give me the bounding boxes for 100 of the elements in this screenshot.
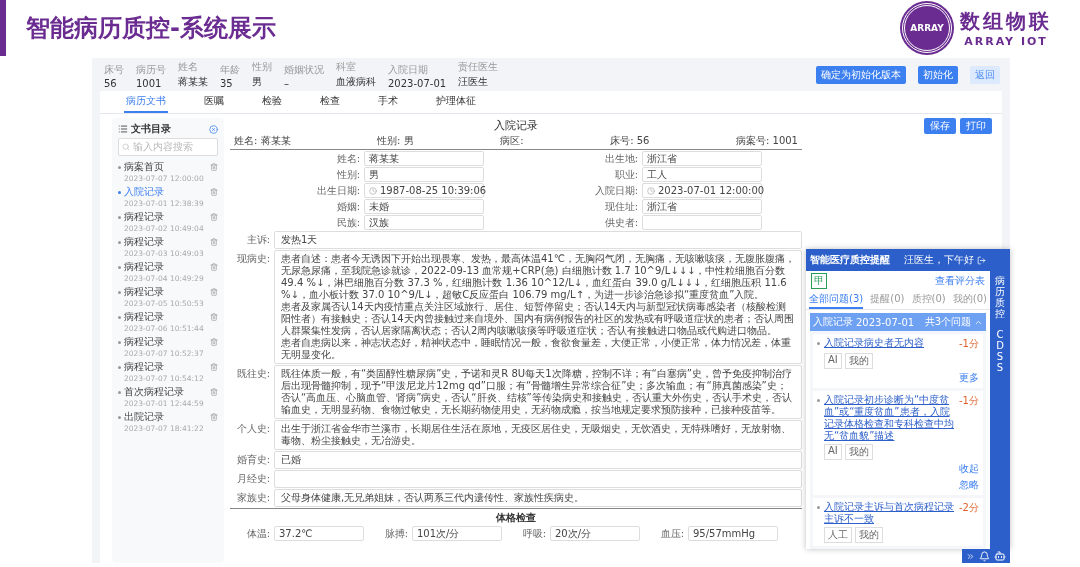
tab[interactable]: 检查: [318, 91, 342, 113]
bullet-icon: [817, 399, 820, 402]
text-area[interactable]: 患者自述：患者今无诱因下开始出现畏寒、发热，最高体温41℃，无胸闷气闭，无胸痛，无咳嗽咳痰，无腹胀腹痛，无尿急尿痛，至我院急诊就诊，2022-09-13 血常规+CRP(急) 白细胞计数 1.7 10^9/L↓↓↓，中性粒细胞百分数 49.4 %↓，淋巴细胞百分数 37.3 %，红细胞计数 1.36 10^12/L↓，血红蛋白 39.0 g/L↓↓↓，红细胞压积 11.6 %↓，血小板计数 37.0 10^9/L↓，超敏C反应蛋白 106.79 mg/L↑，为进一步诊治急诊拟“重度贫血”入院。 患者及家属否认14天内疫情重点关注区域旅行、居住、短暂停留史；否认14天内与新型冠状病毒感染者（核酸检测阳性者）有接触史；否认14天内曾接触过来自境外、国内有病例报告的社区的发热或有呼吸道症状的患者；否认周围人群聚集性发病，否认居家隔离状态；否认2周内咳嗽咳痰等呼吸道症状；否认有接触进口物品或代购进口物品。 患者自患病以来，神志状态好，精神状态中，睡眠情况一般，食欲食量差，大便正常，小便正常，体力情况差，体重无明显变化。: [274, 250, 802, 364]
tab[interactable]: 全部问题(3): [809, 291, 864, 309]
logo-subtitle: ARRAY IOT: [964, 35, 1048, 48]
date-field[interactable]: 1987-08-25 10:39:06: [364, 183, 484, 198]
text-field[interactable]: 蒋某某: [364, 151, 484, 166]
bullet-icon: [118, 165, 121, 169]
text-field[interactable]: 浙江省: [642, 199, 762, 214]
bullet-icon: [118, 240, 121, 244]
delete-icon[interactable]: [210, 363, 218, 371]
side-tab[interactable]: CDSS: [995, 329, 1005, 373]
bullet-icon: [118, 215, 121, 219]
text-area[interactable]: 既往体质一般，有“类固醇性糖尿病”史，予诺和灵R 8U每天1次降糖，控制不详；有“白塞病”史，曾予免疫抑制治疗后出现骨髓抑制，现予“甲泼尼龙片12mg qd”口服；有“骨髓增生异常综合征”史；多次输血；有“肺真菌感染”史；否认“高血压、心脑血管、肾病”病史，否认“肝炎、结核”等传染病史和接触史，否认重大外伤史，否认手术史，否认输血史，无明显药物、食物过敏史，无长期药物使用史，无药物成瘾，按当地规定要求预防接种，已接种疫苗等。: [274, 365, 802, 419]
delete-icon[interactable]: [210, 238, 218, 246]
tab[interactable]: 护理体征: [434, 91, 478, 113]
text-field[interactable]: 20次/分: [550, 526, 640, 541]
score-link[interactable]: 查看评分表: [935, 274, 985, 288]
document-link[interactable]: 出院记录: [124, 410, 207, 424]
text-link[interactable]: 更多: [959, 371, 979, 385]
text-area[interactable]: [274, 470, 802, 488]
delete-icon[interactable]: [210, 313, 218, 321]
delete-icon[interactable]: [210, 163, 218, 171]
delete-icon[interactable]: [210, 263, 218, 271]
action-button[interactable]: 确定为初始化版本: [816, 65, 906, 84]
issue-link[interactable]: 入院记录主诉与首次病程记录主诉不一致: [824, 501, 955, 525]
summary-text: 病案号: 1001: [735, 134, 798, 148]
record-title: 入院记录: [494, 118, 538, 133]
close-icon[interactable]: [209, 124, 218, 134]
bullet-icon: [118, 390, 121, 394]
field-label: 血压:: [659, 526, 684, 541]
text-field[interactable]: [642, 215, 762, 230]
delete-icon[interactable]: [210, 213, 218, 221]
info-label: 性别: [252, 60, 272, 74]
info-label: 责任医生: [458, 60, 499, 74]
document-link[interactable]: 病程记录: [124, 360, 207, 374]
action-button[interactable]: 打印: [960, 118, 992, 134]
document-link[interactable]: 病案首页: [124, 160, 207, 174]
exit-icon[interactable]: [977, 255, 986, 265]
field-label: 性别:: [335, 167, 360, 182]
document-link[interactable]: 病程记录: [124, 260, 207, 274]
document-link[interactable]: 病程记录: [124, 335, 207, 349]
text-link[interactable]: 收起: [959, 462, 979, 476]
score-text: -1分: [959, 337, 979, 351]
text-field[interactable]: 男: [364, 167, 484, 182]
side-tab[interactable]: 病历质控: [995, 275, 1005, 319]
tab[interactable]: 检验: [260, 91, 284, 113]
summary-text: 床号: 56: [610, 134, 650, 148]
text-area[interactable]: 出生于浙江省金华市兰溪市，长期居住生活在原地，无疫区居住史，无吸烟史，无饮酒史，无特殊嗜好，无放射物、毒物、粉尘接触史，无冶游史。: [274, 420, 802, 450]
tab[interactable]: 手术: [376, 91, 400, 113]
bullet-icon: [817, 506, 820, 509]
text-field[interactable]: 浙江省: [642, 151, 762, 166]
document-link[interactable]: 病程记录: [124, 310, 207, 324]
delete-icon[interactable]: [210, 188, 218, 196]
clock-icon: [369, 186, 377, 195]
field-label: 体温:: [245, 526, 270, 541]
robot-icon[interactable]: [994, 550, 1006, 562]
text-field[interactable]: 工人: [642, 167, 762, 182]
text-field[interactable]: 未婚: [364, 199, 484, 214]
action-button[interactable]: 初始化: [918, 65, 958, 84]
text-field[interactable]: 95/57mmHg: [688, 526, 778, 541]
field-label: 出生地:: [603, 151, 638, 166]
section-title: 体格检查: [230, 508, 802, 525]
delete-icon[interactable]: [210, 413, 218, 421]
info-value: 2023-07-01: [388, 78, 447, 89]
logo-name: 数组物联: [960, 8, 1052, 35]
expand-icon[interactable]: [966, 551, 975, 561]
delete-icon[interactable]: [210, 388, 218, 396]
text-link[interactable]: 忽略: [959, 478, 979, 492]
summary-text: 性别: 男: [377, 134, 414, 148]
document-link[interactable]: 入院记录: [124, 185, 207, 199]
bullet-icon: [118, 190, 121, 194]
delete-icon[interactable]: [210, 288, 218, 296]
tab[interactable]: 医嘱: [202, 91, 226, 113]
issue-link[interactable]: 入院记录病史者无内容: [824, 337, 955, 349]
date-field[interactable]: 2023-07-01 12:00:00: [642, 183, 762, 198]
document-link[interactable]: 病程记录: [124, 285, 207, 299]
bullet-icon: [118, 415, 121, 419]
text-field[interactable]: 37.2℃: [274, 526, 364, 541]
tag: AI: [824, 444, 842, 460]
info-label: 科室: [336, 60, 357, 74]
text-field[interactable]: 父母身体健康,无兄弟姐妹，否认两系三代内遗传性、家族性疾病史。: [274, 489, 802, 507]
issue-link[interactable]: 入院记录初步诊断为“中度贫血”或“重度贫血”患者，入院记录体格检查和专科检查中均无“贫血貌”描述: [824, 394, 955, 442]
field-label: 既往史:: [235, 367, 270, 381]
delete-icon[interactable]: [210, 338, 218, 346]
info-label: 年龄: [220, 63, 240, 77]
text-field[interactable]: 汉族: [364, 215, 484, 230]
text-area[interactable]: 已婚: [274, 451, 802, 469]
field-label: 姓名:: [335, 151, 360, 166]
text-field[interactable]: 发热1天: [274, 231, 802, 249]
greeting: 汪医生，下午好: [904, 253, 974, 267]
info-value: 35: [220, 78, 234, 89]
document-link[interactable]: 首次病程记录: [124, 385, 207, 399]
document-link[interactable]: 病程记录: [124, 235, 207, 249]
text-field[interactable]: 101次/分: [412, 526, 502, 541]
document-link[interactable]: 病程记录: [124, 210, 207, 224]
info-label: 姓名: [178, 60, 199, 74]
info-value: –: [284, 78, 290, 89]
bell-icon[interactable]: [979, 550, 990, 562]
action-button[interactable]: 保存: [924, 118, 956, 134]
